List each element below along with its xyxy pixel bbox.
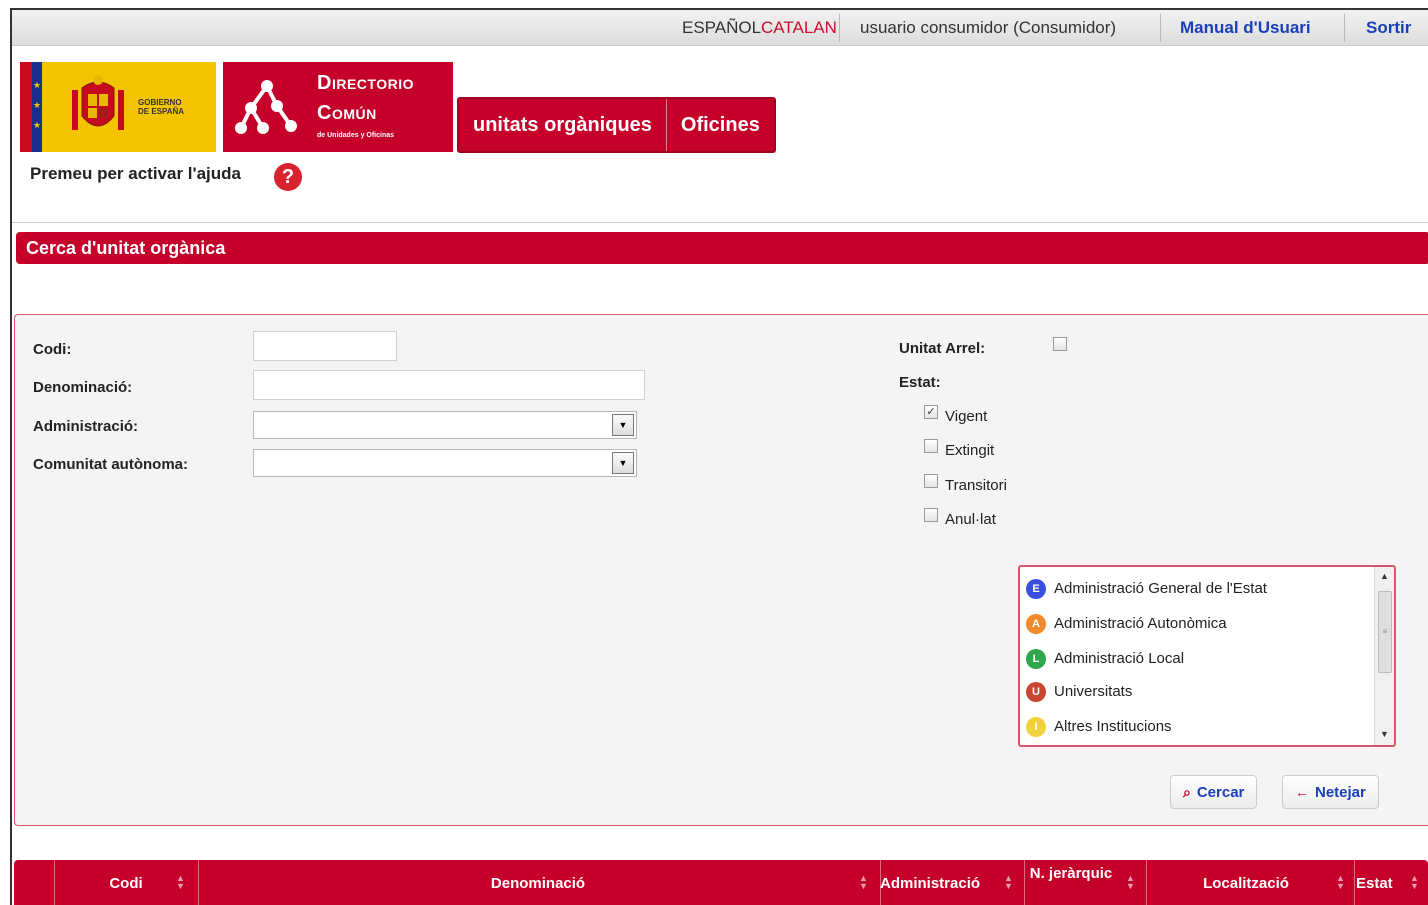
directorio-comun-logo: Directorio Común de Unidades y Oficinas [223,62,453,152]
estat-anullat-checkbox[interactable] [924,508,938,522]
comunitat-label: Comunitat autònoma: [33,456,188,473]
legend-scrollbar[interactable]: ▲ ≡ ▼ [1374,567,1394,745]
tab-oficines[interactable]: Oficines [665,99,774,151]
unitat-arrel-label: Unitat Arrel: [899,340,986,357]
help-question-icon[interactable]: ? [274,163,302,191]
legend-item-autonomica: A Administració Autonòmica [1026,612,1227,636]
coat-of-arms-icon [72,75,124,130]
legend-item-local: L Administració Local [1026,647,1184,671]
scroll-down-icon[interactable]: ▼ [1380,729,1389,739]
legend-label: Administració Autonòmica [1054,615,1227,632]
codi-label: Codi: [33,341,72,358]
admin-local-icon: L [1026,649,1046,669]
current-user: usuario consumidor (Consumidor) [860,18,1117,37]
unitat-arrel-checkbox[interactable] [1053,337,1067,351]
topbar-divider [839,14,840,42]
sort-icon[interactable]: ▲ ▼ [859,874,868,891]
scrollbar-thumb[interactable]: ≡ [1378,591,1392,673]
user-manual-link[interactable]: Manual d'Usuari [1180,10,1311,46]
topbar-divider [1160,14,1161,42]
search-form: Codi: Denominació: Administració: ▼ Comu… [14,314,1428,826]
sort-icon[interactable]: ▲ ▼ [1126,874,1135,891]
column-header-nivell-jerarquic[interactable]: N. jeràrquic [1028,860,1114,905]
estat-transitori-label: Transitori [945,477,1007,494]
legend-label: Administració Local [1054,650,1185,667]
estat-anullat-label: Anul·lat [945,511,996,528]
search-button[interactable]: ⌕ Cercar [1170,775,1258,809]
language-espanol-link[interactable]: ESPAÑOL [682,10,761,46]
legend-item-altres: I Altres Institucions [1026,715,1172,739]
admin-universitats-icon: U [1026,682,1046,702]
sort-icon[interactable]: ▲ ▼ [1336,874,1345,891]
header-divider [12,222,1428,223]
column-divider [1024,860,1025,905]
results-table-header: Codi ▲ ▼ Denominació ▲ ▼ Administració ▲ ▼ … [14,860,1428,905]
estat-extingit-checkbox[interactable] [924,439,938,453]
admin-estat-icon: E [1026,579,1046,599]
denominacio-input[interactable] [253,370,645,400]
top-bar: ESPAÑOL CATALAN usuario consumidor (Cons… [12,10,1428,46]
logo-title-line1: Directorio [317,72,414,94]
section-title: Cerca d'unitat orgànica [16,232,1428,264]
estat-extingit-label: Extingit [945,442,995,459]
column-label: Codi [109,875,143,892]
logo-subtitle: de Unidades y Oficinas [317,132,395,139]
help-toggle-label[interactable]: Premeu per activar l'ajuda [30,164,241,184]
sort-icon[interactable]: ▲ ▼ [1410,874,1419,891]
administration-type-legend[interactable]: E Administració General de l'Estat A Adm… [1018,565,1396,747]
clear-button-label: Netejar [1315,784,1366,801]
column-label: Administració [880,875,981,892]
flag-stripe-red [20,62,32,152]
chevron-down-icon[interactable]: ▼ [612,414,634,436]
column-label: N. jeràrquic [1029,865,1113,882]
topbar-divider [1344,14,1345,42]
column-label: Denominació [490,875,586,892]
language-catalan-link[interactable]: CATALAN [761,10,837,46]
estat-vigent-label: Vigent [945,408,988,425]
column-header-administracio[interactable]: Administració [880,860,1004,905]
column-header-localitzacio[interactable]: Localització [1146,860,1346,905]
column-header-denominacio[interactable]: Denominació [198,860,878,905]
tab-unitats-organiques[interactable]: unitats orgàniques [459,99,666,151]
arrow-left-icon: ← [1295,784,1309,800]
column-header-estat[interactable]: Estat [1356,860,1400,905]
estat-transitori-checkbox[interactable] [924,474,938,488]
chevron-down-icon[interactable]: ▼ [612,452,634,474]
estat-vigent-checkbox[interactable]: ✓ [924,405,938,419]
scroll-up-icon[interactable]: ▲ [1380,571,1389,581]
star-icon: ★ [33,120,42,130]
legend-label: Administració General de l'Estat [1054,580,1267,597]
comunitat-select[interactable]: ▼ [253,449,637,477]
legend-item-universitats: U Universitats [1026,680,1132,704]
legend-label: Universitats [1054,683,1133,700]
column-label: Estat [1356,875,1393,892]
main-nav: unitats orgàniques Oficines [457,97,776,153]
sort-icon[interactable]: ▲ ▼ [176,874,185,891]
legend-label: Altres Institucions [1054,718,1172,735]
search-button-label: Cercar [1196,784,1245,801]
estat-label: Estat: [899,374,941,391]
star-icon: ★ [33,100,42,110]
sort-icon[interactable]: ▲ ▼ [1004,874,1013,891]
gobierno-line2: DE ESPAÑA [138,107,185,116]
column-label: Localització [1203,875,1289,892]
logout-link[interactable]: Sortir [1366,10,1411,46]
administracio-select[interactable]: ▼ [253,411,637,439]
admin-autonomica-icon: A [1026,614,1046,634]
search-icon: ⌕ [1183,784,1191,800]
denominacio-label: Denominació: [33,379,133,396]
gobierno-de-espana-logo: ★ ★ ★ GOBIERNO DE ESPAÑA [20,62,216,152]
admin-altres-icon: I [1026,717,1046,737]
app-frame: ESPAÑOL CATALAN usuario consumidor (Cons… [10,8,1428,905]
logo-title-line2: Común [317,102,377,124]
codi-input[interactable] [253,331,397,361]
star-icon: ★ [33,80,42,90]
clear-button[interactable]: ← Netejar [1282,775,1379,809]
legend-item-estat: E Administració General de l'Estat [1026,577,1267,601]
hierarchy-logo-icon [235,80,297,134]
gobierno-line1: GOBIERNO [138,98,182,107]
gobierno-text: GOBIERNO DE ESPAÑA [138,98,184,116]
administracio-label: Administració: [33,418,139,435]
column-divider [1354,860,1355,905]
